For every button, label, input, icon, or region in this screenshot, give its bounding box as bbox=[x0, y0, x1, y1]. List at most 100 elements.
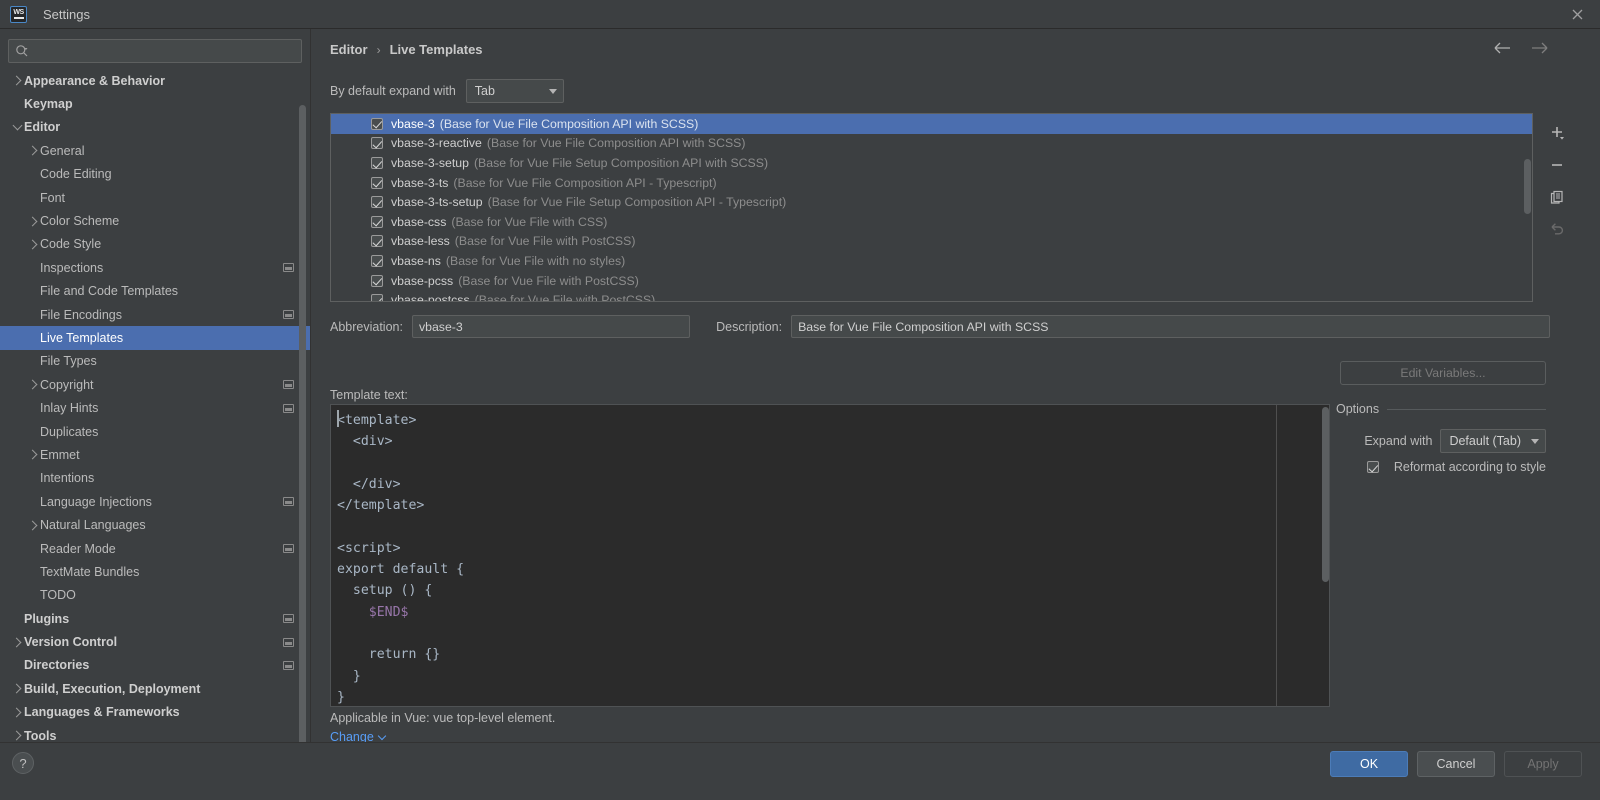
edit-variables-button[interactable]: Edit Variables... bbox=[1340, 361, 1546, 385]
chevron-right-icon[interactable] bbox=[10, 683, 24, 694]
chevron-right-icon[interactable] bbox=[26, 216, 40, 226]
chevron-right-icon[interactable] bbox=[26, 520, 40, 531]
template-list-item[interactable]: vbase-less (Base for Vue File with PostCS… bbox=[331, 232, 1532, 252]
chevron-right-icon[interactable] bbox=[26, 239, 40, 250]
project-scope-icon bbox=[283, 263, 294, 273]
sidebar-item-keymap[interactable]: Keymap bbox=[0, 92, 310, 115]
close-icon[interactable] bbox=[1554, 0, 1600, 28]
sidebar-item-live-templates[interactable]: Live Templates bbox=[0, 326, 310, 350]
chevron-right-icon[interactable] bbox=[10, 707, 24, 718]
sidebar-item-plugins[interactable]: Plugins bbox=[0, 607, 310, 630]
chevron-down-icon[interactable] bbox=[10, 121, 24, 131]
template-enabled-checkbox[interactable] bbox=[371, 117, 383, 130]
cancel-button[interactable]: Cancel bbox=[1417, 751, 1495, 777]
sidebar-item-code-style[interactable]: Code Style bbox=[0, 233, 310, 256]
sidebar-item-font[interactable]: Font bbox=[0, 186, 310, 209]
template-list-item[interactable]: vbase-ns (Base for Vue File with no style… bbox=[331, 251, 1532, 271]
template-enabled-checkbox[interactable] bbox=[371, 176, 383, 189]
reformat-checkbox[interactable] bbox=[1366, 461, 1379, 473]
sidebar-item-copyright[interactable]: Copyright bbox=[0, 373, 310, 396]
template-enabled-checkbox[interactable] bbox=[371, 294, 383, 301]
sidebar-scrollbar-thumb[interactable] bbox=[299, 105, 306, 742]
template-abbreviation: vbase-pcss bbox=[391, 273, 454, 288]
logo-underline bbox=[13, 17, 24, 19]
options-divider bbox=[1387, 408, 1546, 410]
sidebar-item-textmate-bundles[interactable]: TextMate Bundles bbox=[0, 560, 310, 583]
sidebar-item-build-execution-deployment[interactable]: Build, Execution, Deployment bbox=[0, 677, 310, 700]
expand-with-row: By default expand with Tab bbox=[330, 79, 564, 103]
sidebar-item-code-editing[interactable]: Code Editing bbox=[0, 163, 310, 186]
minus-icon[interactable] bbox=[1547, 155, 1567, 175]
template-enabled-checkbox[interactable] bbox=[371, 254, 383, 267]
chevron-right-icon[interactable] bbox=[10, 730, 24, 741]
plus-icon[interactable] bbox=[1547, 123, 1567, 143]
arrow-left-icon[interactable] bbox=[1494, 41, 1514, 55]
ok-button[interactable]: OK bbox=[1330, 751, 1408, 777]
sidebar-item-todo[interactable]: TODO bbox=[0, 584, 310, 607]
template-list-item[interactable]: vbase-css (Base for Vue File with CSS) bbox=[331, 212, 1532, 232]
template-list-item[interactable]: vbase-postcss (Base for Vue File with Pos… bbox=[331, 290, 1532, 301]
option-expand-with-value: Default (Tab) bbox=[1449, 434, 1521, 448]
template-description: (Base for Vue File Composition API - Typ… bbox=[453, 175, 717, 190]
editor-scrollbar-thumb[interactable] bbox=[1322, 407, 1329, 582]
abbreviation-label: Abbreviation: bbox=[330, 319, 403, 334]
sidebar-item-languages-frameworks[interactable]: Languages & Frameworks bbox=[0, 701, 310, 724]
chevron-down-icon bbox=[377, 731, 387, 740]
sidebar-item-reader-mode[interactable]: Reader Mode bbox=[0, 537, 310, 560]
template-abbreviation: vbase-3 bbox=[391, 116, 435, 131]
help-icon[interactable]: ? bbox=[12, 752, 34, 774]
chevron-right-icon[interactable] bbox=[10, 637, 24, 648]
live-templates-list[interactable]: vbase-3 (Base for Vue File Composition AP… bbox=[330, 113, 1533, 302]
template-list-item[interactable]: vbase-3-ts (Base for Vue File Composition… bbox=[331, 173, 1532, 193]
template-enabled-checkbox[interactable] bbox=[371, 274, 383, 287]
sidebar-item-editor[interactable]: Editor bbox=[0, 116, 310, 139]
project-scope-icon bbox=[283, 497, 294, 507]
sidebar-item-color-scheme[interactable]: Color Scheme bbox=[0, 209, 310, 232]
sidebar-item-duplicates[interactable]: Duplicates bbox=[0, 420, 310, 443]
sidebar-item-natural-languages[interactable]: Natural Languages bbox=[0, 513, 310, 536]
option-reformat-row[interactable]: Reformat according to style bbox=[1336, 460, 1546, 474]
template-text-editor[interactable]: <template> <div> </div> </template> <scr… bbox=[330, 404, 1330, 707]
sidebar-item-intentions[interactable]: Intentions bbox=[0, 467, 310, 490]
template-text-label: Template text: bbox=[330, 388, 408, 402]
sidebar-item-tools[interactable]: Tools bbox=[0, 724, 310, 742]
arrow-right-icon[interactable] bbox=[1530, 41, 1550, 55]
template-enabled-checkbox[interactable] bbox=[371, 215, 383, 228]
chevron-down-icon bbox=[548, 88, 557, 94]
sidebar-item-appearance-behavior[interactable]: Appearance & Behavior bbox=[0, 69, 310, 92]
chevron-right-icon[interactable] bbox=[26, 379, 40, 390]
expand-with-label: By default expand with bbox=[330, 84, 456, 98]
sidebar-item-inlay-hints[interactable]: Inlay Hints bbox=[0, 396, 310, 419]
template-list-item[interactable]: vbase-3-setup (Base for Vue File Setup Co… bbox=[331, 153, 1532, 173]
search-box[interactable] bbox=[8, 39, 302, 63]
option-expand-with-select[interactable]: Default (Tab) bbox=[1440, 429, 1546, 453]
template-enabled-checkbox[interactable] bbox=[371, 235, 383, 248]
search-input[interactable] bbox=[32, 44, 295, 58]
chevron-right-icon[interactable] bbox=[26, 145, 40, 156]
breadcrumb-parent[interactable]: Editor bbox=[330, 42, 368, 57]
description-input[interactable] bbox=[791, 315, 1550, 338]
sidebar-item-file-types[interactable]: File Types bbox=[0, 350, 310, 373]
sidebar-item-emmet[interactable]: Emmet bbox=[0, 443, 310, 466]
template-enabled-checkbox[interactable] bbox=[371, 137, 383, 150]
sidebar-item-directories[interactable]: Directories bbox=[0, 654, 310, 677]
template-enabled-checkbox[interactable] bbox=[371, 156, 383, 169]
sidebar-item-file-and-code-templates[interactable]: File and Code Templates bbox=[0, 280, 310, 303]
sidebar-item-version-control[interactable]: Version Control bbox=[0, 630, 310, 653]
copy-icon[interactable] bbox=[1547, 187, 1567, 207]
chevron-right-icon[interactable] bbox=[26, 449, 40, 460]
chevron-right-icon[interactable] bbox=[10, 75, 24, 86]
sidebar-scrollbar-track[interactable] bbox=[299, 65, 308, 742]
sidebar-item-file-encodings[interactable]: File Encodings bbox=[0, 303, 310, 326]
sidebar-item-general[interactable]: General bbox=[0, 139, 310, 162]
sidebar-item-inspections[interactable]: Inspections bbox=[0, 256, 310, 279]
abbreviation-input[interactable] bbox=[411, 315, 691, 338]
template-list-item[interactable]: vbase-pcss (Base for Vue File with PostCS… bbox=[331, 271, 1532, 291]
template-list-item[interactable]: vbase-3-ts-setup (Base for Vue File Setup… bbox=[331, 192, 1532, 212]
list-scrollbar-thumb[interactable] bbox=[1524, 159, 1531, 214]
sidebar-item-language-injections[interactable]: Language Injections bbox=[0, 490, 310, 513]
template-list-item[interactable]: vbase-3 (Base for Vue File Composition AP… bbox=[331, 114, 1532, 134]
template-list-item[interactable]: vbase-3-reactive (Base for Vue File Compo… bbox=[331, 134, 1532, 154]
expand-with-select[interactable]: Tab bbox=[465, 79, 564, 103]
template-enabled-checkbox[interactable] bbox=[371, 196, 383, 209]
